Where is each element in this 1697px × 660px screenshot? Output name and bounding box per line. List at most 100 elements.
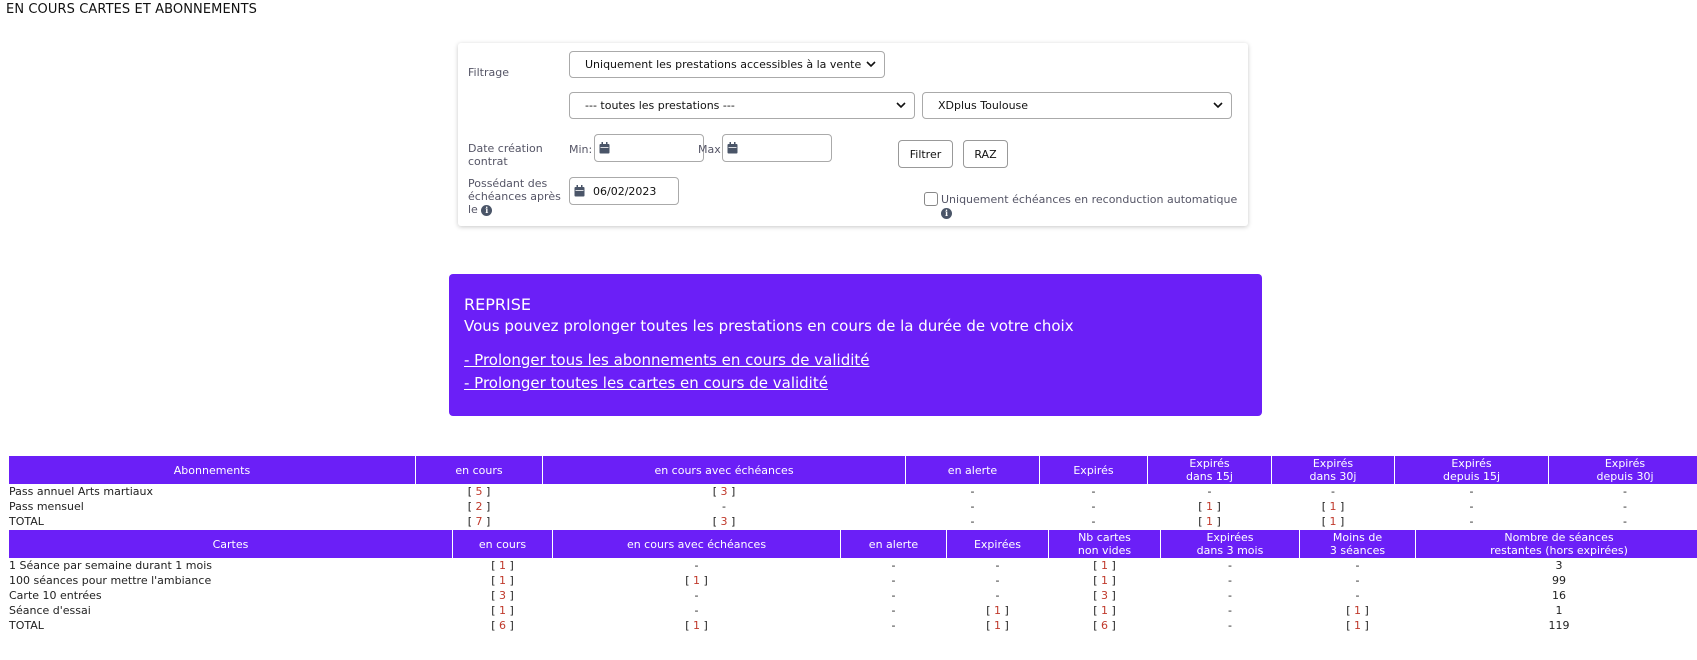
cartes-header-4: Expirées [947,530,1048,558]
info-icon[interactable]: i [481,204,493,216]
min-label: Min: [569,143,593,156]
table-cell[interactable]: [ 1 ] [1272,514,1394,529]
reprise-title: REPRISE [464,295,531,314]
table-cell: - [891,604,896,617]
filtrer-button[interactable]: Filtrer [898,140,953,168]
reconduction-label: Uniquement échéances en reconduction aut… [941,193,1248,219]
count-link[interactable]: [ 3 ] [491,589,514,602]
table-cell[interactable]: [ 1 ] [453,558,552,573]
table-cell: - [722,500,726,513]
table-cell[interactable]: [ 6 ] [453,618,552,633]
echeances-date-input[interactable]: 06/02/2023 [569,177,679,205]
date-creation-label-line1: Date création [468,142,543,155]
count-link[interactable]: [ 1 ] [685,574,708,587]
count-link[interactable]: [ 3 ] [713,515,736,528]
table-row: Pass mensuel [ 2 ] - - - [ 1 ] [ 1 ] - - [9,499,1697,514]
table-cell: - [970,485,975,498]
count-link[interactable]: [ 1 ] [1346,604,1369,617]
table-cell[interactable]: [ 7 ] [416,514,542,529]
table-row: Carte 10 entrées [ 3 ] - - - [ 3 ] - - 16 [9,588,1697,603]
cartes-table: Cartes en cours en cours avec échéances en … [8,530,1697,633]
cartes-header-2: en cours avec échéances [553,530,840,558]
table-cell[interactable]: [ 1 ] [1049,558,1160,573]
vente-select-value: Uniquement les prestations accessibles à… [585,58,862,71]
count-link[interactable]: [ 1 ] [685,619,708,632]
reconduction-checkbox[interactable] [924,192,938,206]
prolonger-abonnements-link[interactable]: - Prolonger tous les abonnements en cour… [464,349,1247,372]
table-cell[interactable]: [ 2 ] [416,499,542,514]
table-cell: - [1469,485,1474,498]
table-cell[interactable]: [ 3 ] [1049,588,1160,603]
page-title: EN COURS CARTES ET ABONNEMENTS [6,2,258,17]
table-cell: - [891,619,896,632]
count-link[interactable]: [ 6 ] [491,619,514,632]
cartes-header-1: en cours [453,530,552,558]
info-icon[interactable]: i [941,207,952,219]
table-cell[interactable]: [ 3 ] [543,484,905,499]
count-link[interactable]: [ 1 ] [1093,574,1116,587]
table-cell[interactable]: [ 1 ] [453,573,552,588]
count-link[interactable]: [ 3 ] [713,485,736,498]
row-label: Pass mensuel [9,500,84,513]
table-cell[interactable]: [ 1 ] [1049,573,1160,588]
table-cell[interactable]: [ 1 ] [553,618,840,633]
cartes-header-0: Cartes [9,530,452,558]
table-cell[interactable]: [ 6 ] [1049,618,1160,633]
count-link[interactable]: [ 1 ] [1198,500,1221,513]
echeances-label-line3: le i [468,203,561,216]
table-cell[interactable]: [ 1 ] [1148,499,1271,514]
count-link[interactable]: [ 7 ] [468,515,491,528]
abonnements-table: Abonnements en cours en cours avec échéanc… [8,456,1697,529]
table-cell: - [1355,574,1360,587]
table-cell[interactable]: [ 1 ] [1300,603,1415,618]
count-link[interactable]: [ 1 ] [1346,619,1369,632]
min-date-input[interactable] [594,134,704,162]
prolonger-cartes-link[interactable]: - Prolonger toutes les cartes en cours d… [464,372,1247,395]
prestations-select[interactable]: --- toutes les prestations --- [569,92,915,119]
count-link[interactable]: [ 1 ] [1093,604,1116,617]
table-cell[interactable]: [ 1 ] [1272,499,1394,514]
count-link[interactable]: [ 1 ] [491,559,514,572]
table-cell[interactable]: [ 1 ] [947,603,1048,618]
echeances-date-value: 06/02/2023 [593,184,657,198]
abonnements-header-8: Expirés depuis 30j [1549,456,1697,484]
count-link[interactable]: [ 1 ] [491,574,514,587]
raz-button[interactable]: RAZ [963,140,1008,168]
count-link[interactable]: [ 1 ] [1322,515,1345,528]
table-cell: - [1623,500,1627,513]
max-date-input[interactable] [722,134,832,162]
cartes-header-5: Nb cartes non vides [1049,530,1160,558]
table-cell[interactable]: [ 3 ] [453,588,552,603]
count-link[interactable]: [ 1 ] [986,604,1009,617]
count-link[interactable]: [ 2 ] [468,500,491,513]
table-cell[interactable]: [ 1 ] [1300,618,1415,633]
count-link[interactable]: [ 5 ] [468,485,491,498]
count-link[interactable]: [ 1 ] [1322,500,1345,513]
count-link[interactable]: [ 1 ] [491,604,514,617]
table-cell: - [1228,574,1232,587]
table-row: TOTAL [ 7 ] [ 3 ] - - [ 1 ] [ 1 ] - - [9,514,1697,529]
club-select[interactable]: XDplus Toulouse [922,92,1232,119]
count-link[interactable]: [ 1 ] [986,619,1009,632]
table-cell: - [1355,559,1360,572]
table-cell[interactable]: [ 5 ] [416,484,542,499]
table-cell: - [995,589,1000,602]
count-link[interactable]: [ 3 ] [1093,589,1116,602]
table-cell[interactable]: [ 1 ] [553,573,840,588]
row-label: TOTAL [9,515,44,528]
echeances-label-line3-text: le [468,203,478,216]
count-link[interactable]: [ 1 ] [1198,515,1221,528]
row-label: 100 séances pour mettre l'ambiance [9,574,212,587]
count-link[interactable]: [ 6 ] [1093,619,1116,632]
vente-select[interactable]: Uniquement les prestations accessibles à… [569,51,885,78]
count-link[interactable]: [ 1 ] [1093,559,1116,572]
table-cell: - [1331,485,1335,498]
table-cell[interactable]: [ 1 ] [1148,514,1271,529]
table-cell[interactable]: [ 3 ] [543,514,905,529]
table-cell: - [1228,604,1232,617]
table-cell: 3 [1555,559,1563,572]
table-cell[interactable]: [ 1 ] [947,618,1048,633]
chevron-down-icon [1213,98,1223,112]
table-cell[interactable]: [ 1 ] [453,603,552,618]
table-cell[interactable]: [ 1 ] [1049,603,1160,618]
